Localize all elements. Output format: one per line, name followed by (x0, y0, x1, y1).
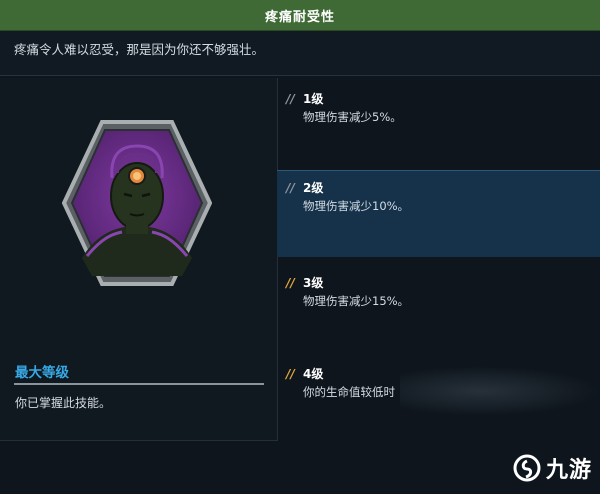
level-row-1[interactable]: // 1级 物理伤害减少5%。 (277, 82, 600, 168)
level-name: 4级 (303, 367, 324, 381)
watermark-text: 九游 (546, 458, 593, 483)
max-level-text: 你已掌握此技能。 (15, 396, 112, 410)
skill-description-text: 疼痛令人难以忍受，那是因为你还不够强壮。 (14, 42, 265, 57)
level-marker-icon: // (286, 92, 295, 106)
skill-description: 疼痛令人难以忍受，那是因为你还不够强壮。 (0, 31, 600, 76)
max-level-title: 最大等级 (15, 365, 69, 381)
level-name: 3级 (303, 276, 324, 290)
level-marker-icon: // (286, 276, 295, 290)
level-name: 2级 (303, 181, 324, 195)
level-marker-icon: // (286, 181, 295, 195)
level-effect: 你的生命值较低时 (303, 385, 395, 399)
level-marker-icon: // (286, 367, 295, 381)
skill-title: 疼痛耐受性 (264, 9, 335, 25)
skill-title-bar: 疼痛耐受性 (0, 0, 600, 31)
skill-info-panel: 最大等级 你已掌握此技能。 (0, 78, 278, 441)
level-effect: 物理伤害减少10%。 (303, 199, 410, 213)
watermark: 九游 (512, 448, 598, 488)
level-effect: 物理伤害减少15%。 (303, 294, 410, 308)
level-effect: 物理伤害减少5%。 (303, 110, 402, 124)
blurred-text-overlay (400, 366, 600, 416)
level-row-3[interactable]: // 3级 物理伤害减少15%。 (277, 266, 600, 352)
divider (14, 383, 264, 385)
level-name: 1级 (303, 92, 324, 106)
head-silhouette-icon (62, 120, 212, 286)
jiuyou-logo-icon (513, 454, 541, 482)
level-row-2[interactable]: // 2级 物理伤害减少10%。 (277, 170, 600, 257)
